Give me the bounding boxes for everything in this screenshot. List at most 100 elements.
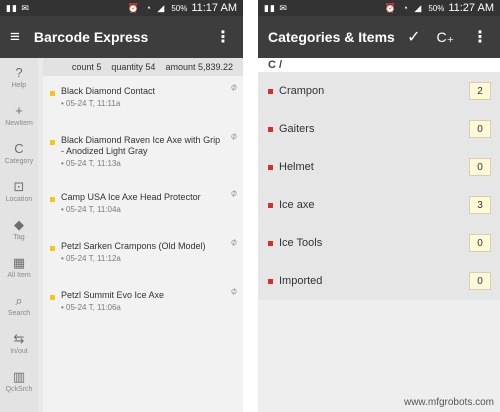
item-marker <box>50 140 55 145</box>
item-marker <box>50 197 55 202</box>
nav-category[interactable]: C Category <box>0 134 38 172</box>
screen-title: Categories & Items <box>268 29 395 45</box>
left-screen: ▮▮ ✉ ⏰ ◔ ◢ 50% 11:17 AM ≡ Barcode Expres… <box>0 0 243 412</box>
attachment-icon: ⌀ <box>228 236 240 249</box>
nav-location[interactable]: ⊡ Location <box>0 172 38 210</box>
item-date: • 05-24 T, 11:13a <box>61 159 121 168</box>
category-count: 0 <box>469 120 491 138</box>
item-date: • 05-24 T, 11:12a <box>61 254 121 263</box>
overflow-menu-icon[interactable]: ⋮ <box>470 27 490 47</box>
nav-label: All Item <box>7 272 31 279</box>
nav-label: NewItem <box>5 120 33 127</box>
attachment-icon: ⌀ <box>228 130 240 143</box>
attachment-icon: ⌀ <box>228 285 240 298</box>
item-name: Petzl Sarken Crampons (Old Model) <box>61 241 206 251</box>
category-marker <box>268 240 273 246</box>
category-count: 0 <box>469 158 491 176</box>
nav-all-item[interactable]: ▦ All Item <box>0 248 38 286</box>
nav-label: Tag <box>13 234 25 241</box>
list-item[interactable]: Black Diamond Raven Ice Axe with Grip - … <box>43 125 243 182</box>
app-title: Barcode Express <box>33 29 149 45</box>
app-bar: ≡ Barcode Express ⋮ <box>0 16 243 58</box>
category-list: Crampon 2 Gaiters 0 Helmet 0 Ice axe 3 I… <box>258 72 500 300</box>
item-list-panel: count 5 quantity 54 amount 5,839.22 Blac… <box>43 58 243 412</box>
category-row[interactable]: Gaiters 0 <box>258 110 500 148</box>
category-count: 0 <box>469 234 491 252</box>
item-name: Black Diamond Contact <box>61 86 156 96</box>
nav-tag[interactable]: ◆ Tag <box>0 210 38 248</box>
nav-label: In/out <box>10 348 28 355</box>
summary-bar: count 5 quantity 54 amount 5,839.22 <box>43 58 243 76</box>
category-icon: C <box>14 141 24 156</box>
count-summary: count 5 <box>71 62 102 72</box>
nav-new-item[interactable]: + NewItem <box>0 96 38 134</box>
search-icon: ⌕ <box>15 293 23 308</box>
category-name: Crampon <box>279 85 325 97</box>
category-name: Helmet <box>279 161 314 173</box>
nav-label: QckSrch <box>5 386 33 393</box>
nav-help[interactable]: ? Help <box>0 58 38 96</box>
list-item[interactable]: Petzl Summit Evo Ice Axe • 05-24 T, 11:0… <box>43 280 243 329</box>
right-screen: ▮▮ ✉ ⏰ ◔ ◢ 50% 11:27 AM Categories & Ite… <box>258 0 500 412</box>
category-marker <box>268 278 273 284</box>
quantity-summary: quantity 54 <box>111 62 156 72</box>
swap-icon: ⇆ <box>13 331 25 346</box>
list-item[interactable]: Black Diamond Contact • 05-24 T, 11:11a … <box>43 76 243 125</box>
amount-summary: amount 5,839.22 <box>165 62 233 72</box>
clock: 11:27 AM <box>448 2 494 14</box>
item-marker <box>50 295 55 300</box>
system-icons: ⏰ ◔ ◢ <box>384 2 424 13</box>
breadcrumb[interactable]: C / <box>258 58 500 72</box>
category-marker <box>268 164 273 170</box>
category-row[interactable]: Helmet 0 <box>258 148 500 186</box>
item-marker <box>50 246 55 251</box>
category-count: 2 <box>469 82 491 100</box>
clock: 11:17 AM <box>191 2 237 14</box>
watermark: www.mfgrobots.com <box>403 397 494 408</box>
category-row[interactable]: Imported 0 <box>258 262 500 300</box>
item-name: Black Diamond Raven Ice Axe with Grip - … <box>61 135 221 156</box>
nav-label: Help <box>11 82 27 89</box>
item-name: Camp USA Ice Axe Head Protector <box>61 192 201 202</box>
menu-icon[interactable]: ≡ <box>10 27 20 47</box>
overflow-menu-icon[interactable]: ⋮ <box>213 27 233 47</box>
notification-icons: ▮▮ ✉ <box>264 2 288 13</box>
item-marker <box>50 91 55 96</box>
add-category-icon[interactable]: C₊ <box>437 29 455 46</box>
nav-label: Location <box>5 196 33 203</box>
nav-search[interactable]: ⌕ Search <box>0 286 38 324</box>
category-name: Ice Tools <box>279 237 323 249</box>
battery-level: 50% <box>428 3 445 13</box>
category-name: Gaiters <box>279 123 315 135</box>
attachment-icon: ⌀ <box>228 81 240 94</box>
notification-icons: ▮▮ ✉ <box>6 2 30 13</box>
app-bar: Categories & Items ✓ C₊ ⋮ <box>258 16 500 58</box>
location-icon: ⊡ <box>13 179 25 194</box>
help-icon: ? <box>15 65 23 80</box>
category-name: Imported <box>279 275 323 287</box>
list-item[interactable]: Petzl Sarken Crampons (Old Model) • 05-2… <box>43 231 243 280</box>
item-date: • 05-24 T, 11:11a <box>61 99 121 108</box>
status-bar: ▮▮ ✉ ⏰ ◔ ◢ 50% 11:27 AM <box>258 0 500 16</box>
category-row[interactable]: Ice Tools 0 <box>258 224 500 262</box>
category-row[interactable]: Ice axe 3 <box>258 186 500 224</box>
category-marker <box>268 126 273 132</box>
list-item[interactable]: Camp USA Ice Axe Head Protector • 05-24 … <box>43 182 243 231</box>
battery-level: 50% <box>171 3 188 13</box>
barcode-icon: ▥ <box>12 369 26 384</box>
category-row[interactable]: Crampon 2 <box>258 72 500 110</box>
system-icons: ⏰ ◔ ◢ <box>127 2 167 13</box>
category-count: 3 <box>469 196 491 214</box>
plus-icon: + <box>15 103 23 118</box>
category-count: 0 <box>469 272 491 290</box>
sidebar: ? Help + NewItem C Category ⊡ Location ◆… <box>0 58 38 412</box>
item-name: Petzl Summit Evo Ice Axe <box>61 290 165 300</box>
check-icon[interactable]: ✓ <box>407 27 420 47</box>
attachment-icon: ⌀ <box>228 187 240 200</box>
category-name: Ice axe <box>279 199 315 211</box>
nav-quick-search[interactable]: ▥ QckSrch <box>0 362 38 400</box>
nav-label: Category <box>4 158 34 165</box>
category-marker <box>268 88 273 94</box>
nav-in-out[interactable]: ⇆ In/out <box>0 324 38 362</box>
nav-label: Search <box>7 310 31 317</box>
